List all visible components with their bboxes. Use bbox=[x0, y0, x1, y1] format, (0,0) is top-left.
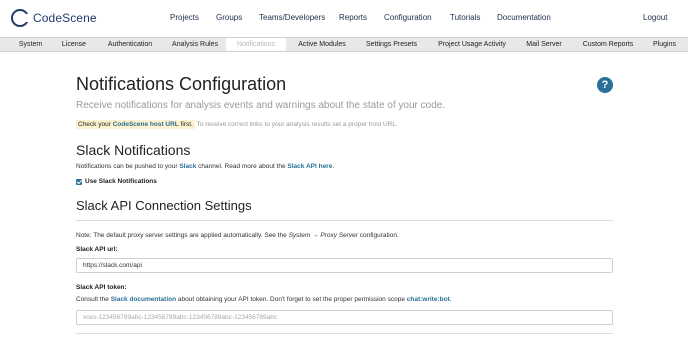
main-nav: Projects Groups Teams/Developers Reports… bbox=[0, 13, 688, 25]
nav-item-teams-developers[interactable]: Teams/Developers bbox=[259, 13, 325, 22]
slack-api-url-input[interactable] bbox=[76, 258, 613, 273]
slack-api-token-input[interactable] bbox=[76, 310, 613, 325]
section-divider bbox=[76, 220, 613, 221]
use-slack-checkbox[interactable] bbox=[76, 178, 82, 185]
help-icon[interactable]: ? bbox=[597, 77, 613, 93]
slack-section-title: Slack Notifications bbox=[76, 142, 191, 158]
tab-system[interactable]: System bbox=[12, 38, 49, 51]
tab-custom-reports[interactable]: Custom Reports bbox=[578, 38, 638, 51]
nav-item-projects[interactable]: Projects bbox=[170, 13, 199, 22]
tab-mail-server[interactable]: Mail Server bbox=[521, 38, 567, 51]
slack-token-description: Consult the Slack documentation about ob… bbox=[76, 296, 452, 303]
host-url-hint-text: To receive correct links to your analysi… bbox=[196, 121, 398, 128]
tab-active-modules[interactable]: Active Modules bbox=[293, 38, 351, 51]
bottom-divider bbox=[76, 333, 613, 334]
nav-item-documentation[interactable]: Documentation bbox=[497, 13, 551, 22]
host-url-hint: Check your CodeScene host URL first. To … bbox=[76, 120, 398, 129]
slack-documentation-link[interactable]: Slack documentation bbox=[111, 296, 176, 303]
permission-scope: chat:write:bot bbox=[406, 296, 450, 303]
host-url-link[interactable]: CodeScene host URL bbox=[113, 121, 179, 128]
use-slack-checkbox-label[interactable]: Use Slack Notifications bbox=[85, 178, 157, 185]
slack-api-link[interactable]: Slack API here bbox=[287, 163, 332, 170]
tab-authentication[interactable]: Authentication bbox=[101, 38, 159, 51]
slack-description: Notifications can be pushed to your Slac… bbox=[76, 163, 335, 170]
config-subnav: System License Authentication Analysis R… bbox=[0, 37, 688, 52]
tab-analysis-rules[interactable]: Analysis Rules bbox=[167, 38, 223, 51]
nav-item-reports[interactable]: Reports bbox=[339, 13, 367, 22]
logout-link[interactable]: Logout bbox=[643, 13, 667, 22]
slack-api-url-label: Slack API url: bbox=[76, 246, 118, 253]
nav-item-tutorials[interactable]: Tutorials bbox=[450, 13, 480, 22]
top-bar: CodeScene Projects Groups Teams/Develope… bbox=[0, 0, 688, 37]
tab-project-usage-activity[interactable]: Project Usage Activity bbox=[433, 38, 511, 51]
tab-notifications[interactable]: Notifications bbox=[226, 38, 286, 51]
api-section-title: Slack API Connection Settings bbox=[76, 198, 252, 213]
proxy-note: Note: The default proxy server settings … bbox=[76, 232, 399, 239]
slack-link[interactable]: Slack bbox=[179, 163, 196, 170]
tab-settings-presets[interactable]: Settings Presets bbox=[362, 38, 421, 51]
tab-plugins[interactable]: Plugins bbox=[648, 38, 681, 51]
tab-license[interactable]: License bbox=[56, 38, 92, 51]
page-title: Notifications Configuration bbox=[76, 74, 287, 94]
use-slack-checkbox-row[interactable]: Use Slack Notifications bbox=[76, 178, 157, 185]
page-subtitle: Receive notifications for analysis event… bbox=[76, 100, 446, 111]
host-url-hint-highlight: Check your CodeScene host URL first. bbox=[76, 120, 195, 129]
nav-item-configuration[interactable]: Configuration bbox=[384, 13, 432, 22]
nav-item-groups[interactable]: Groups bbox=[216, 13, 242, 22]
slack-api-token-label: Slack API token: bbox=[76, 284, 127, 291]
